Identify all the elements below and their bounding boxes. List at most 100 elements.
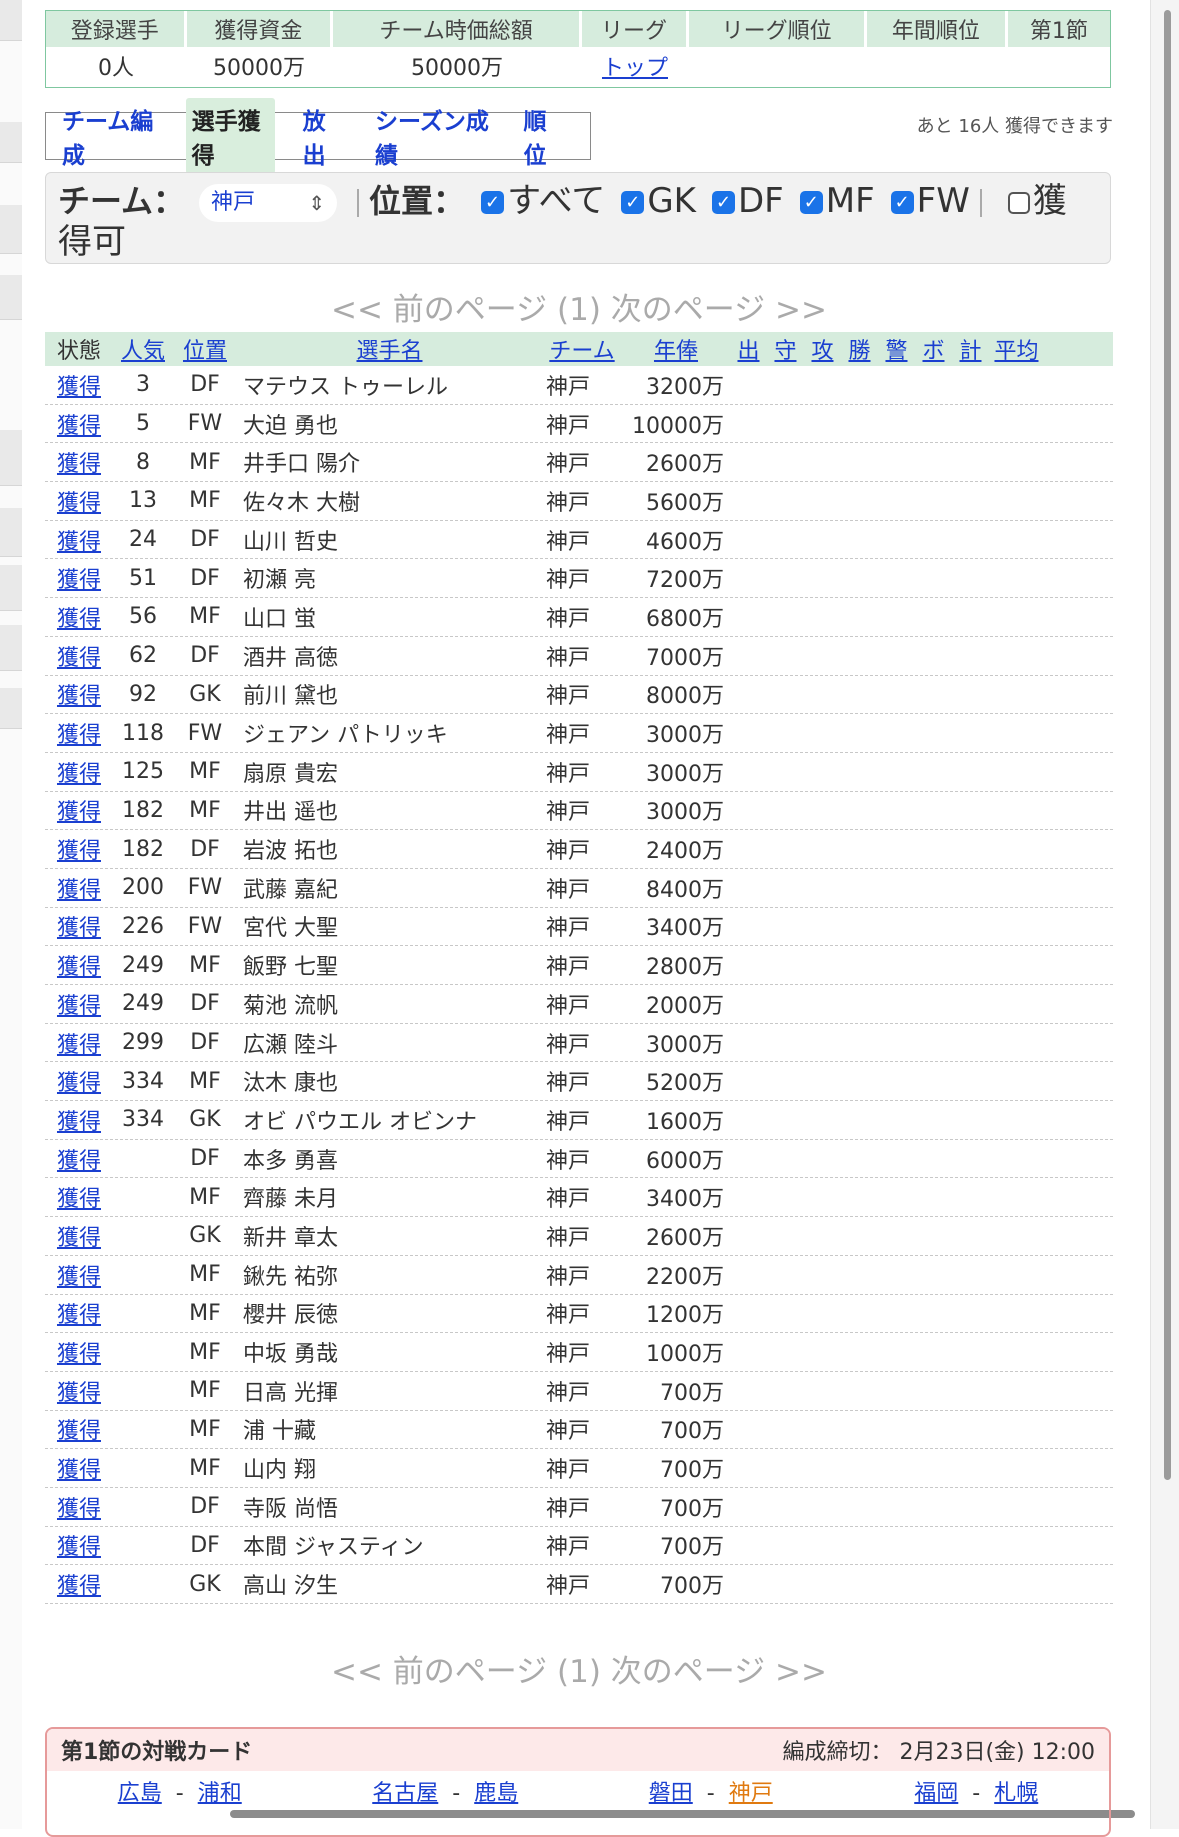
acquire-link[interactable]: 獲得 (57, 955, 101, 980)
team-cell: 神戸 (546, 1187, 591, 1213)
acquire-link[interactable]: 獲得 (57, 375, 101, 400)
acquire-link[interactable]: 獲得 (57, 1574, 101, 1599)
acquire-link[interactable]: 獲得 (57, 1265, 101, 1290)
table-row: 獲得 24 DF 山川 哲史 神戸 4600万 (45, 521, 1113, 560)
position-cell: MF (189, 1300, 221, 1326)
away-team-link[interactable]: 札幌 (994, 1781, 1038, 1806)
tab-team-formation[interactable]: チーム編成 (56, 98, 164, 174)
acquire-link[interactable]: 獲得 (57, 878, 101, 903)
position-cell: MF (189, 952, 221, 978)
acquire-link[interactable]: 獲得 (57, 568, 101, 593)
acquire-link[interactable]: 獲得 (57, 839, 101, 864)
player-name-cell: 佐々木 大樹 (243, 490, 360, 516)
acquire-link[interactable]: 獲得 (57, 1110, 101, 1135)
checkbox-df[interactable]: ✓ (711, 191, 735, 214)
sidebar-tab[interactable] (0, 565, 22, 611)
acquire-link[interactable]: 獲得 (57, 1535, 101, 1560)
home-team-link[interactable]: 磐田 (649, 1781, 693, 1806)
player-name-cell: 本多 勇喜 (243, 1148, 338, 1174)
sidebar-tab[interactable] (0, 0, 22, 41)
acquire-link[interactable]: 獲得 (57, 530, 101, 555)
salary-cell: 3000万 (646, 1032, 724, 1058)
popularity-cell: 249 (122, 952, 164, 978)
acquire-link[interactable]: 獲得 (57, 1497, 101, 1522)
sidebar-tab[interactable] (0, 625, 22, 671)
col-appearances-sort[interactable]: 出 (730, 333, 767, 365)
col-bonus-sort[interactable]: ボ (915, 333, 952, 365)
checkbox-fw[interactable]: ✓ (890, 191, 914, 214)
col-attack-sort[interactable]: 攻 (804, 333, 841, 365)
salary-cell: 700万 (660, 1496, 724, 1522)
table-row: 獲得 118 FW ジェアン パトリッキ 神戸 3000万 (45, 714, 1113, 753)
team-cell: 神戸 (546, 1225, 591, 1251)
tab-release[interactable]: 放出 (297, 98, 347, 174)
acquire-link[interactable]: 獲得 (57, 916, 101, 941)
acquire-link[interactable]: 獲得 (57, 646, 101, 671)
col-popularity-sort[interactable]: 人気 (113, 333, 173, 365)
acquire-link[interactable]: 獲得 (57, 414, 101, 439)
team-cell: 神戸 (546, 1109, 591, 1135)
acquire-link[interactable]: 獲得 (57, 1226, 101, 1251)
acquire-link[interactable]: 獲得 (57, 1033, 101, 1058)
sidebar-tab[interactable] (0, 430, 22, 486)
sidebar-tab[interactable] (0, 508, 22, 557)
acquire-link[interactable]: 獲得 (57, 762, 101, 787)
col-cautions-sort[interactable]: 警 (878, 333, 915, 365)
away-team-link-highlight[interactable]: 神戸 (729, 1781, 773, 1806)
checkbox-all[interactable]: ✓ (481, 191, 505, 214)
checkbox-gk[interactable]: ✓ (621, 191, 645, 214)
match-card-title: 第1節の対戦カード (61, 1740, 253, 1765)
col-total-sort[interactable]: 計 (952, 333, 989, 365)
sidebar-tab[interactable] (0, 205, 22, 254)
match-pair: 広島 - 浦和 (47, 1775, 313, 1807)
acquire-link[interactable]: 獲得 (57, 607, 101, 632)
team-select[interactable]: 神戸 ⇕ (199, 183, 338, 222)
vertical-scrollbar-track[interactable] (1150, 0, 1179, 1829)
col-position-sort[interactable]: 位置 (173, 333, 237, 365)
vertical-scrollbar-thumb[interactable] (1164, 10, 1171, 1480)
col-salary-sort[interactable]: 年俸 (622, 333, 730, 365)
acquire-link[interactable]: 獲得 (57, 1458, 101, 1483)
position-cell: GK (189, 1571, 221, 1597)
acquire-link[interactable]: 獲得 (57, 800, 101, 825)
acquire-link[interactable]: 獲得 (57, 1303, 101, 1328)
acquire-link[interactable]: 獲得 (57, 684, 101, 709)
player-name-cell: 山内 翔 (243, 1458, 316, 1484)
home-team-link[interactable]: 福岡 (914, 1781, 958, 1806)
pager-bottom[interactable]: << 前のページ (1) 次のページ >> (45, 1646, 1113, 1691)
acquire-link[interactable]: 獲得 (57, 452, 101, 477)
acquire-link[interactable]: 獲得 (57, 723, 101, 748)
sidebar-tab[interactable] (0, 122, 22, 163)
acquire-link[interactable]: 獲得 (57, 1071, 101, 1096)
acquire-link[interactable]: 獲得 (57, 994, 101, 1019)
tab-ranking[interactable]: 順位 (518, 98, 568, 174)
checkbox-available[interactable] (1007, 191, 1030, 214)
tab-season-results[interactable]: シーズン成績 (369, 98, 495, 174)
sidebar-tab[interactable] (0, 275, 22, 320)
team-cell: 神戸 (546, 452, 591, 478)
table-row: 獲得 MF 日高 光揮 神戸 700万 (45, 1372, 1113, 1411)
col-name-sort[interactable]: 選手名 (237, 333, 542, 365)
col-average-sort[interactable]: 平均 (989, 333, 1044, 365)
home-team-link[interactable]: 名古屋 (372, 1781, 438, 1806)
salary-cell: 8000万 (646, 684, 724, 710)
acquire-link[interactable]: 獲得 (57, 1187, 101, 1212)
acquire-link[interactable]: 獲得 (57, 1419, 101, 1444)
acquire-link[interactable]: 獲得 (57, 491, 101, 516)
position-cell: FW (187, 411, 223, 437)
home-team-link[interactable]: 広島 (118, 1781, 162, 1806)
pager-top[interactable]: << 前のページ (1) 次のページ >> (45, 284, 1113, 329)
tab-player-acquisition[interactable]: 選手獲得 (185, 98, 275, 174)
col-wins-sort[interactable]: 勝 (841, 333, 878, 365)
col-defense-sort[interactable]: 守 (767, 333, 804, 365)
league-link[interactable]: トップ (602, 50, 668, 82)
popularity-cell: 92 (129, 681, 157, 707)
acquire-link[interactable]: 獲得 (57, 1342, 101, 1367)
checkbox-mf[interactable]: ✓ (799, 191, 823, 214)
sidebar-tab[interactable] (0, 688, 22, 729)
acquire-link[interactable]: 獲得 (57, 1381, 101, 1406)
acquire-link[interactable]: 獲得 (57, 1149, 101, 1174)
col-team-sort[interactable]: チーム (542, 333, 622, 365)
away-team-link[interactable]: 浦和 (198, 1781, 242, 1806)
away-team-link[interactable]: 鹿島 (474, 1781, 518, 1806)
